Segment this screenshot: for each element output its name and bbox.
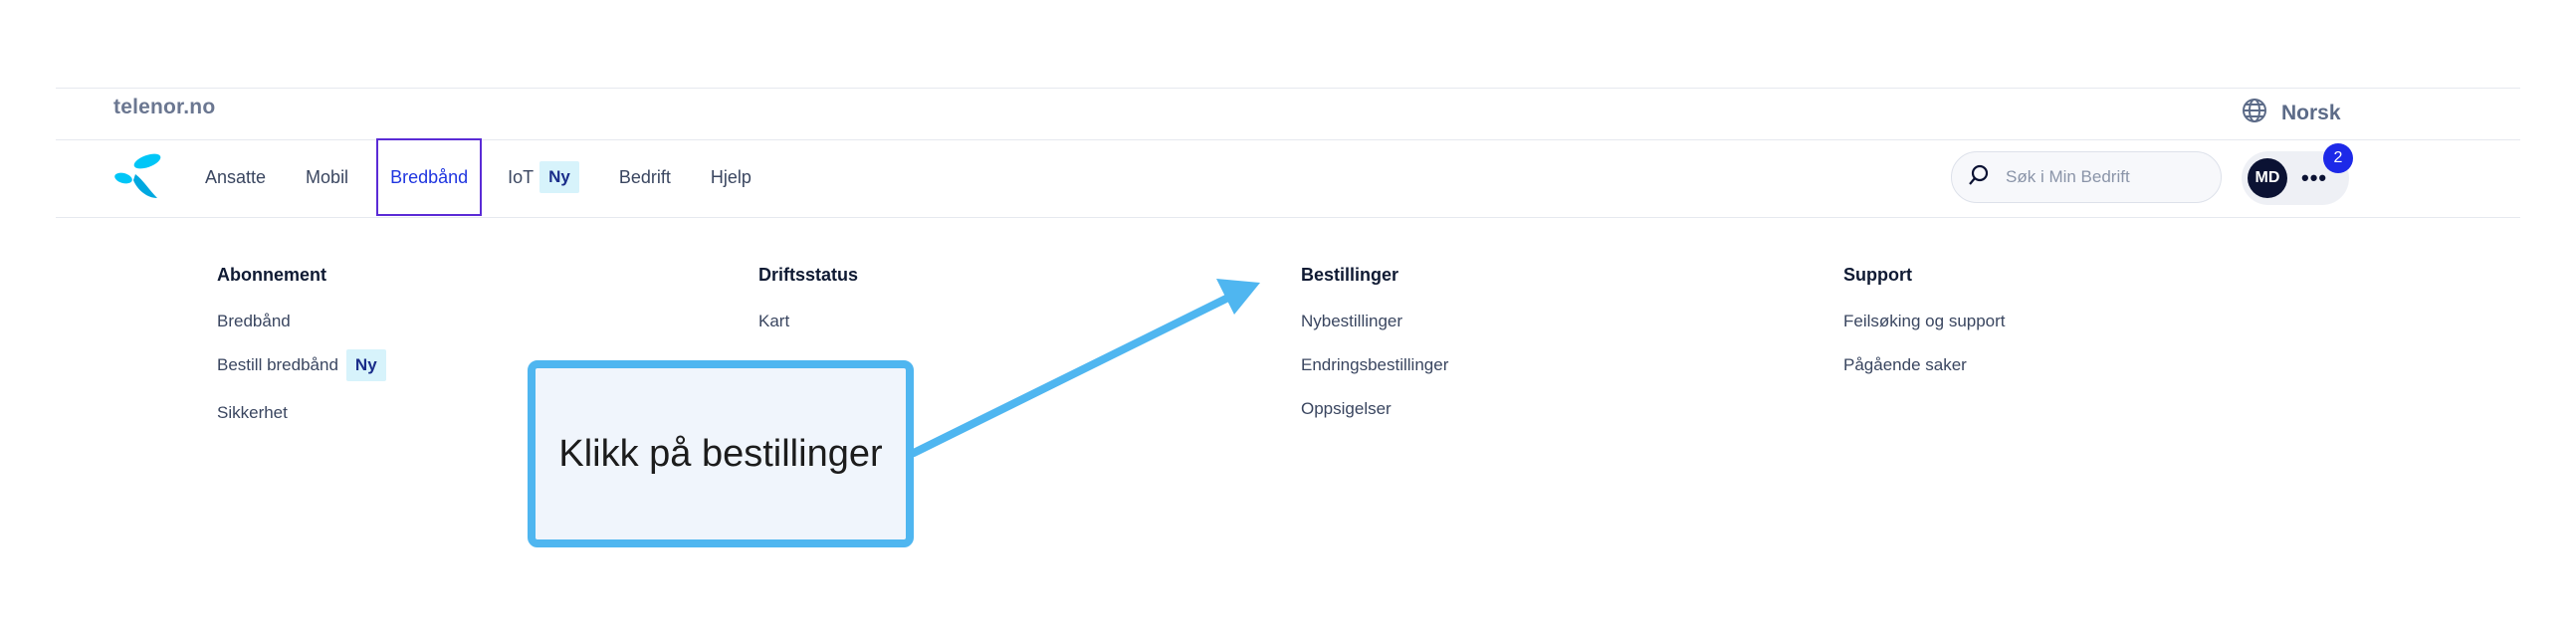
annotation-arrow xyxy=(910,279,1260,457)
annotation-callout: Klikk på bestillinger xyxy=(528,360,914,547)
